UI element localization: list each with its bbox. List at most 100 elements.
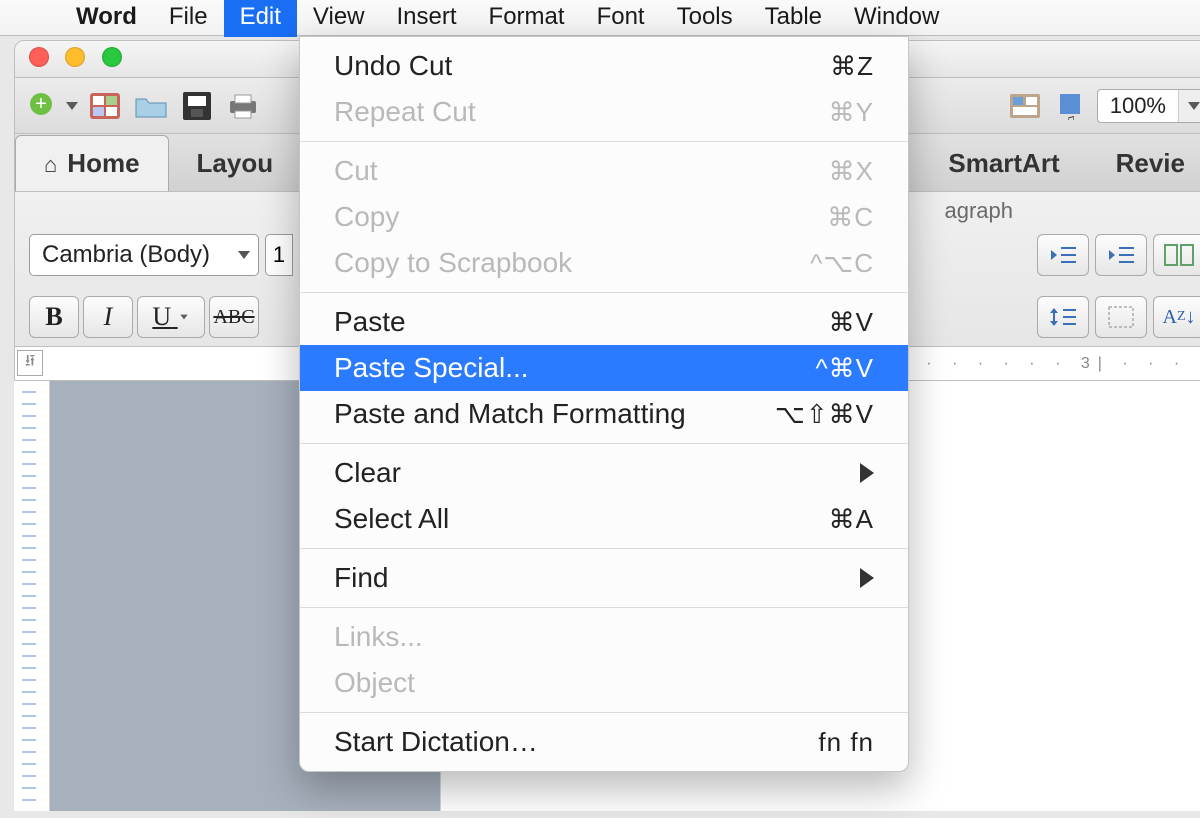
open-button[interactable] bbox=[131, 87, 171, 125]
menu-tools[interactable]: Tools bbox=[661, 0, 749, 37]
menu-view[interactable]: View bbox=[297, 0, 381, 37]
svg-text:+: + bbox=[35, 93, 47, 115]
submenu-arrow-icon bbox=[860, 568, 874, 588]
menu-undo[interactable]: Undo Cut ⌘Z bbox=[300, 43, 908, 89]
vertical-ruler[interactable] bbox=[14, 381, 50, 811]
print-button[interactable] bbox=[223, 87, 263, 125]
font-name-value: Cambria (Body) bbox=[42, 241, 210, 269]
tab-home-label: Home bbox=[67, 148, 139, 178]
menu-selectall-shortcut: ⌘A bbox=[829, 504, 874, 535]
menu-find[interactable]: Find bbox=[300, 555, 908, 601]
minimize-button[interactable] bbox=[65, 47, 85, 67]
menu-paste-shortcut: ⌘V bbox=[829, 307, 874, 338]
menu-paste[interactable]: Paste ⌘V bbox=[300, 299, 908, 345]
menu-separator bbox=[300, 292, 908, 293]
bold-button[interactable]: B bbox=[29, 296, 79, 338]
menu-separator bbox=[300, 443, 908, 444]
borders-button[interactable] bbox=[1095, 296, 1147, 338]
zoom-control[interactable]: 100% bbox=[1097, 89, 1200, 123]
menu-links-label: Links... bbox=[334, 621, 423, 653]
new-doc-dropdown[interactable] bbox=[65, 99, 79, 113]
svg-text:♫: ♫ bbox=[1064, 112, 1076, 120]
menu-insert[interactable]: Insert bbox=[381, 0, 473, 37]
menu-repeat: Repeat Cut ⌘Y bbox=[300, 89, 908, 135]
menu-undo-label: Undo Cut bbox=[334, 50, 452, 82]
chevron-down-icon bbox=[238, 251, 250, 259]
menu-clear[interactable]: Clear bbox=[300, 450, 908, 496]
menu-selectall-label: Select All bbox=[334, 503, 449, 535]
menu-cut: Cut ⌘X bbox=[300, 148, 908, 194]
menu-paste-match[interactable]: Paste and Match Formatting ⌥⇧⌘V bbox=[300, 391, 908, 437]
font-size-field[interactable]: 1 bbox=[265, 234, 293, 276]
close-button[interactable] bbox=[29, 47, 49, 67]
save-button[interactable] bbox=[177, 87, 217, 125]
menu-paste-label: Paste bbox=[334, 306, 406, 338]
menu-separator bbox=[300, 712, 908, 713]
columns-button[interactable] bbox=[1153, 234, 1200, 276]
tab-home[interactable]: ⌂ Home bbox=[15, 135, 169, 191]
menu-paste-special[interactable]: Paste Special... ^⌘V bbox=[300, 345, 908, 391]
menu-format[interactable]: Format bbox=[473, 0, 581, 37]
menu-object-label: Object bbox=[334, 667, 415, 699]
tab-smartart[interactable]: SmartArt bbox=[920, 136, 1087, 191]
menu-find-label: Find bbox=[334, 562, 388, 594]
zoom-button[interactable] bbox=[102, 47, 122, 67]
menu-undo-shortcut: ⌘Z bbox=[830, 51, 874, 82]
menu-app[interactable]: Word bbox=[60, 0, 153, 37]
decrease-indent-button[interactable] bbox=[1037, 234, 1089, 276]
new-doc-button[interactable]: + bbox=[23, 87, 63, 125]
edit-menu-dropdown: Undo Cut ⌘Z Repeat Cut ⌘Y Cut ⌘X Copy ⌘C… bbox=[299, 36, 909, 772]
menu-separator bbox=[300, 141, 908, 142]
menu-edit[interactable]: Edit bbox=[224, 0, 297, 37]
chevron-down-icon bbox=[180, 315, 187, 320]
menu-file[interactable]: File bbox=[153, 0, 224, 37]
traffic-lights bbox=[29, 47, 134, 72]
strikethrough-button[interactable]: ABC bbox=[209, 296, 259, 338]
underline-label: U bbox=[152, 302, 171, 332]
menu-copy-scrapbook: Copy to Scrapbook ^⌥C bbox=[300, 240, 908, 286]
menu-links: Links... bbox=[300, 614, 908, 660]
menu-cut-label: Cut bbox=[334, 155, 378, 187]
menu-separator bbox=[300, 548, 908, 549]
home-icon: ⌂ bbox=[44, 152, 57, 177]
menu-select-all[interactable]: Select All ⌘A bbox=[300, 496, 908, 542]
gallery-button[interactable] bbox=[1005, 87, 1045, 125]
menu-pastespec-shortcut: ^⌘V bbox=[815, 353, 874, 384]
menu-dictation-label: Start Dictation… bbox=[334, 726, 538, 758]
menu-table[interactable]: Table bbox=[749, 0, 838, 37]
menu-pastematch-shortcut: ⌥⇧⌘V bbox=[775, 399, 874, 430]
menu-cut-shortcut: ⌘X bbox=[829, 156, 874, 187]
menu-copy-label: Copy bbox=[334, 201, 399, 233]
menu-font[interactable]: Font bbox=[581, 0, 661, 37]
tab-review[interactable]: Revie bbox=[1088, 136, 1200, 191]
font-name-dropdown[interactable]: Cambria (Body) bbox=[29, 234, 259, 276]
underline-button[interactable]: U bbox=[137, 296, 205, 338]
tab-selector-icon[interactable]: ⭿ bbox=[17, 350, 43, 376]
menu-pastespec-label: Paste Special... bbox=[334, 352, 529, 384]
submenu-arrow-icon bbox=[860, 463, 874, 483]
menu-copy-shortcut: ⌘C bbox=[827, 202, 874, 233]
italic-button[interactable]: I bbox=[83, 296, 133, 338]
menu-dictation[interactable]: Start Dictation… fn fn bbox=[300, 719, 908, 765]
menu-scrap-shortcut: ^⌥C bbox=[810, 248, 874, 279]
sort-button[interactable]: AZ↓ bbox=[1153, 296, 1200, 338]
menu-pastematch-label: Paste and Match Formatting bbox=[334, 398, 686, 430]
zoom-value: 100% bbox=[1098, 93, 1178, 119]
menu-scrap-label: Copy to Scrapbook bbox=[334, 247, 572, 279]
paragraph-section-label: agraph bbox=[944, 198, 1013, 224]
menu-clear-label: Clear bbox=[334, 457, 401, 489]
templates-button[interactable] bbox=[85, 87, 125, 125]
menu-object: Object bbox=[300, 660, 908, 706]
increase-indent-button[interactable] bbox=[1095, 234, 1147, 276]
zoom-dropdown[interactable] bbox=[1178, 90, 1200, 122]
menu-repeat-shortcut: ⌘Y bbox=[829, 97, 874, 128]
menu-repeat-label: Repeat Cut bbox=[334, 96, 476, 128]
strike-label: ABC bbox=[213, 306, 254, 329]
tab-layout[interactable]: Layou bbox=[169, 136, 302, 191]
menu-window[interactable]: Window bbox=[838, 0, 955, 37]
line-spacing-button[interactable] bbox=[1037, 296, 1089, 338]
menu-dictation-shortcut: fn fn bbox=[818, 727, 874, 758]
menu-copy: Copy ⌘C bbox=[300, 194, 908, 240]
menu-separator bbox=[300, 607, 908, 608]
media-button[interactable]: ♫ bbox=[1051, 87, 1091, 125]
